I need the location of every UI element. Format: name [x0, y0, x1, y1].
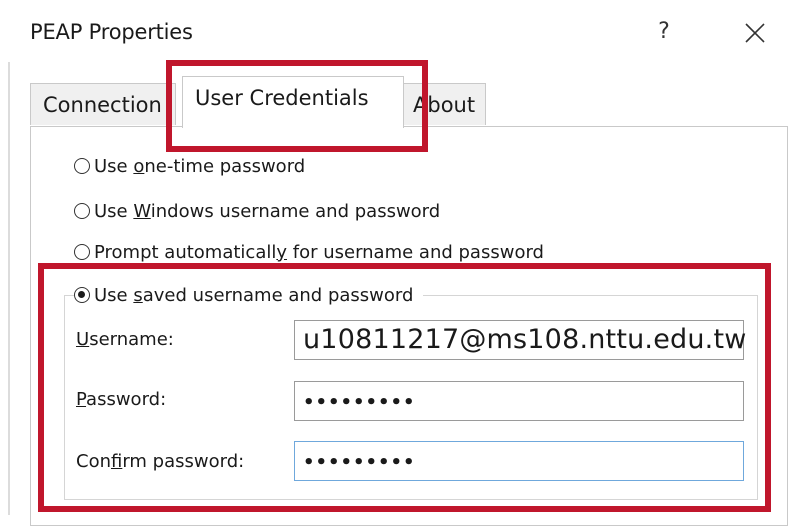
radio-button-selected[interactable] — [74, 287, 90, 303]
password-value: ••••••••• — [303, 392, 416, 413]
confirm-password-field[interactable]: ••••••••• — [294, 441, 744, 481]
peap-properties-dialog: PEAP Properties ? Connection About User … — [0, 0, 797, 526]
close-button[interactable] — [733, 12, 777, 52]
radio-windows-credentials[interactable]: Use Windows username and password — [74, 197, 440, 225]
window-edge — [8, 50, 10, 515]
radio-label: Use Windows username and password — [94, 200, 441, 222]
radio-prompt-automatically[interactable]: Prompt automatically for username and pa… — [74, 238, 544, 266]
radio-saved-credentials[interactable]: Use saved username and password — [74, 281, 424, 309]
radio-button[interactable] — [74, 158, 90, 174]
radio-label: Prompt automatically for username and pa… — [94, 241, 544, 263]
password-field[interactable]: ••••••••• — [294, 381, 744, 421]
username-value: u10811217@ms108.nttu.edu.tw — [303, 324, 747, 355]
radio-one-time-password[interactable]: Use one-time password — [74, 152, 305, 180]
help-button[interactable]: ? — [648, 14, 680, 50]
tab-about[interactable]: About — [400, 83, 486, 125]
close-icon — [745, 22, 765, 43]
confirm-password-label: Confirm password: — [76, 451, 245, 472]
confirm-password-value: ••••••••• — [303, 452, 416, 473]
radio-label: Use one-time password — [94, 155, 306, 177]
password-label: Password: — [76, 389, 167, 410]
tab-connection[interactable]: Connection — [30, 83, 176, 125]
radio-button[interactable] — [74, 244, 90, 260]
title-bar: PEAP Properties ? — [0, 0, 797, 62]
username-label: Username: — [76, 329, 174, 350]
tab-user-credentials[interactable]: User Credentials — [182, 76, 404, 128]
radio-button[interactable] — [74, 203, 90, 219]
dialog-title: PEAP Properties — [30, 20, 193, 44]
username-field[interactable]: u10811217@ms108.nttu.edu.tw — [294, 320, 747, 360]
radio-label: Use saved username and password — [94, 284, 414, 306]
